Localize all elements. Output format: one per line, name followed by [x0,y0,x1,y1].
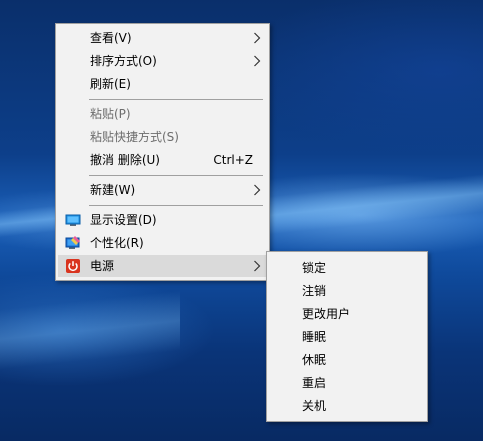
power-submenu: 锁定 注销 更改用户 睡眠 休眠 重启 关机 [266,251,428,422]
chevron-right-icon [254,55,261,67]
power-item-switch-user[interactable]: 更改用户 [269,303,425,325]
power-item-lock[interactable]: 锁定 [269,257,425,279]
menu-separator [89,175,263,176]
menu-item-label: 电源 [90,259,115,273]
menu-item-undo-delete[interactable]: 撤消 删除(U) Ctrl+Z [58,149,267,171]
menu-item-label: 个性化(R) [90,236,144,250]
menu-item-label: 撤消 删除(U) [90,153,160,167]
desktop-context-menu: 查看(V) 排序方式(O) 刷新(E) 粘贴(P) 粘贴快捷方式(S) 撤消 删… [55,23,270,281]
menu-item-personalize[interactable]: 个性化(R) [58,232,267,254]
menu-item-shortcut: Ctrl+Z [213,153,253,167]
menu-item-label: 粘贴快捷方式(S) [90,130,179,144]
menu-item-label: 粘贴(P) [90,107,131,121]
power-item-label: 休眠 [302,353,327,367]
power-item-sign-out[interactable]: 注销 [269,280,425,302]
menu-item-label: 查看(V) [90,31,132,45]
power-icon [66,259,80,273]
menu-item-label: 排序方式(O) [90,54,157,68]
power-item-shut-down[interactable]: 关机 [269,395,425,417]
power-item-label: 更改用户 [302,307,351,321]
personalize-icon [65,236,80,249]
chevron-right-icon [254,32,261,44]
menu-item-label: 新建(W) [90,183,136,197]
power-item-label: 锁定 [302,261,327,275]
power-item-label: 睡眠 [302,330,327,344]
power-item-label: 关机 [302,399,327,413]
menu-item-new[interactable]: 新建(W) [58,179,267,201]
display-settings-icon [65,214,81,226]
menu-item-paste[interactable]: 粘贴(P) [58,103,267,125]
menu-item-display-settings[interactable]: 显示设置(D) [58,209,267,231]
menu-item-refresh[interactable]: 刷新(E) [58,73,267,95]
menu-item-view[interactable]: 查看(V) [58,27,267,49]
menu-item-label: 显示设置(D) [90,213,157,227]
menu-separator [89,205,263,206]
menu-item-label: 刷新(E) [90,77,131,91]
chevron-right-icon [254,184,261,196]
menu-item-power[interactable]: 电源 [58,255,267,277]
power-item-label: 注销 [302,284,327,298]
chevron-right-icon [254,260,261,272]
power-item-restart[interactable]: 重启 [269,372,425,394]
menu-item-sort-by[interactable]: 排序方式(O) [58,50,267,72]
menu-separator [89,99,263,100]
power-item-label: 重启 [302,376,327,390]
power-item-hibernate[interactable]: 休眠 [269,349,425,371]
power-item-sleep[interactable]: 睡眠 [269,326,425,348]
menu-item-paste-shortcut[interactable]: 粘贴快捷方式(S) [58,126,267,148]
wallpaper-light-beam [0,290,180,370]
